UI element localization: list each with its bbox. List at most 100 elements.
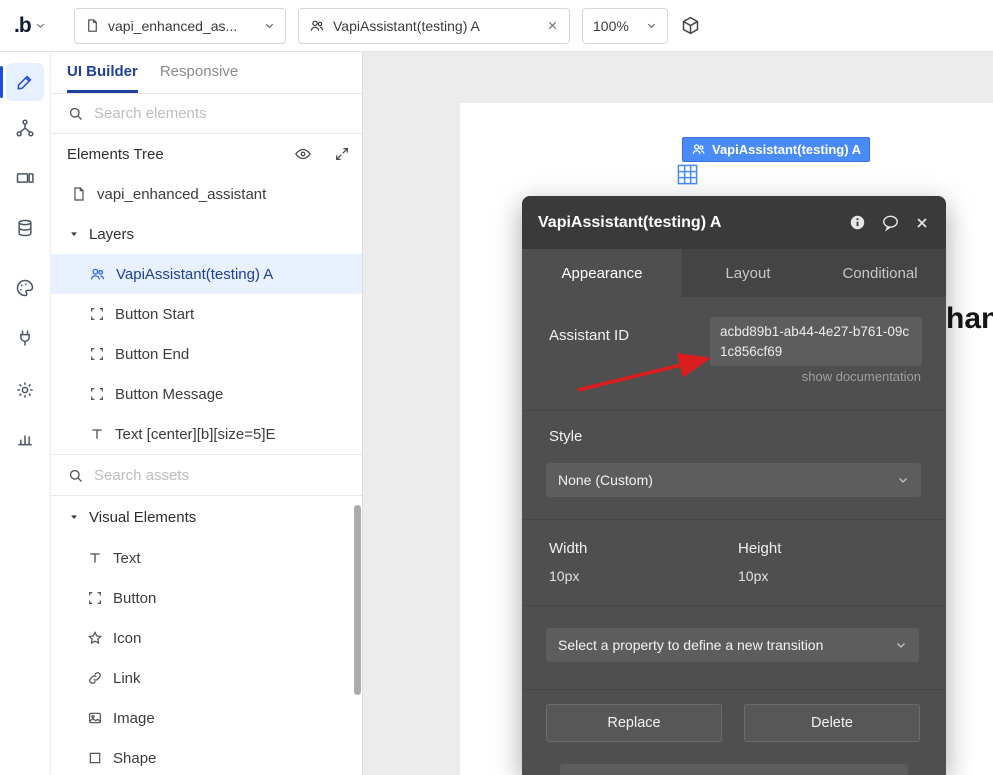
package-icon[interactable] xyxy=(680,15,701,36)
chevron-down-icon xyxy=(897,474,909,486)
tab-appearance[interactable]: Appearance xyxy=(522,249,682,297)
canvas[interactable]: hanc VapiAssistant(testing) A VapiAssist… xyxy=(363,52,993,775)
element-grid-icon[interactable] xyxy=(676,163,699,186)
expand-icon[interactable] xyxy=(334,146,350,162)
layer-label: Button Start xyxy=(115,306,194,323)
search-assets-input[interactable] xyxy=(94,467,352,484)
ui-builder-panel: UI Builder Responsive Elements Tree vapi… xyxy=(50,52,363,775)
layer-label: Button End xyxy=(115,346,189,363)
rail-settings-button[interactable] xyxy=(6,371,44,409)
text-icon xyxy=(87,550,103,566)
comment-icon[interactable] xyxy=(881,213,900,232)
width-value[interactable]: 10px xyxy=(549,568,579,584)
zoom-selector[interactable]: 100% xyxy=(582,8,668,44)
style-dropdown[interactable]: None (Custom) xyxy=(546,463,921,497)
rail-logs-button[interactable] xyxy=(6,419,44,457)
property-editor-title: VapiAssistant(testing) A xyxy=(538,214,834,232)
rail-plugins-button[interactable] xyxy=(6,319,44,357)
zoom-level: 100% xyxy=(593,18,638,34)
link-icon xyxy=(87,670,103,686)
caret-down-icon xyxy=(69,229,79,239)
elements-tree-title: Elements Tree xyxy=(67,146,164,163)
asset-item[interactable]: Image xyxy=(51,698,362,738)
asset-item[interactable]: Icon xyxy=(51,618,362,658)
chevron-down-icon xyxy=(895,639,907,651)
tab-ui-builder[interactable]: UI Builder xyxy=(67,52,138,93)
replace-button[interactable]: Replace xyxy=(546,704,722,742)
pencil-icon xyxy=(15,72,35,92)
delete-button[interactable]: Delete xyxy=(744,704,920,742)
search-elements-input[interactable] xyxy=(94,105,352,122)
style-dropdown-value: None (Custom) xyxy=(558,472,897,488)
info-icon[interactable] xyxy=(848,213,867,232)
tab-conditional[interactable]: Conditional xyxy=(814,249,946,297)
bubble-logo-menu[interactable]: .b xyxy=(14,14,62,38)
show-documentation-link[interactable]: show documentation xyxy=(802,369,921,384)
layer-item[interactable]: Button Message xyxy=(51,374,362,414)
tree-item-page[interactable]: vapi_enhanced_assistant xyxy=(51,174,362,214)
assistant-id-input[interactable]: acbd89b1-ab44-4e27-b761-09c1c856cf69 xyxy=(710,317,922,366)
elements-tree-header: Elements Tree xyxy=(51,134,362,174)
rail-design-button[interactable] xyxy=(6,63,44,101)
gear-icon xyxy=(15,380,35,400)
canvas-text-partial: hanc xyxy=(946,302,993,336)
users-icon xyxy=(89,266,106,283)
bubble-logo: .b xyxy=(14,14,31,38)
element-tab-label: VapiAssistant(testing) A xyxy=(333,18,538,34)
height-value[interactable]: 10px xyxy=(738,568,768,584)
palette-icon xyxy=(15,278,35,298)
property-editor-header[interactable]: VapiAssistant(testing) A xyxy=(522,196,946,249)
asset-item[interactable]: Button xyxy=(51,578,362,618)
asset-label: Text xyxy=(113,550,141,567)
layer-label: VapiAssistant(testing) A xyxy=(116,266,273,283)
close-icon[interactable] xyxy=(914,215,930,231)
tab-layout[interactable]: Layout xyxy=(682,249,814,297)
page-selector[interactable]: vapi_enhanced_as... xyxy=(74,8,286,44)
partial-field[interactable] xyxy=(560,764,908,775)
page-item-label: vapi_enhanced_assistant xyxy=(97,186,266,203)
close-icon[interactable] xyxy=(546,19,559,32)
property-editor: VapiAssistant(testing) A Appearance Layo… xyxy=(522,196,946,775)
chart-icon xyxy=(15,428,35,448)
property-editor-tabs: Appearance Layout Conditional xyxy=(522,249,946,297)
tab-responsive[interactable]: Responsive xyxy=(160,52,238,93)
eye-icon[interactable] xyxy=(294,145,312,163)
asset-item[interactable]: Shape xyxy=(51,738,362,775)
shape-icon xyxy=(87,750,103,766)
asset-item[interactable]: Link xyxy=(51,658,362,698)
search-elements-row xyxy=(51,94,362,134)
asset-label: Image xyxy=(113,710,155,727)
layers-section-toggle[interactable]: Layers xyxy=(51,214,362,254)
element-tab[interactable]: VapiAssistant(testing) A xyxy=(298,8,570,44)
asset-item[interactable]: Text xyxy=(51,538,362,578)
assistant-id-label: Assistant ID xyxy=(549,327,629,344)
transition-dropdown[interactable]: Select a property to define a new transi… xyxy=(546,628,919,662)
selected-element-label: VapiAssistant(testing) A xyxy=(712,142,861,157)
layer-item[interactable]: Text [center][b][size=5]E xyxy=(51,414,362,454)
selected-element-badge[interactable]: VapiAssistant(testing) A xyxy=(682,137,870,162)
asset-label: Shape xyxy=(113,750,156,767)
pages-icon xyxy=(15,168,35,188)
visual-elements-toggle[interactable]: Visual Elements xyxy=(51,496,362,538)
panel-scrollbar[interactable] xyxy=(354,505,361,695)
left-rail xyxy=(0,52,50,775)
users-icon xyxy=(691,142,706,157)
transition-dropdown-value: Select a property to define a new transi… xyxy=(558,637,895,653)
rail-workflow-button[interactable] xyxy=(6,109,44,147)
star-icon xyxy=(87,630,103,646)
asset-label: Icon xyxy=(113,630,141,647)
layer-item[interactable]: Button Start xyxy=(51,294,362,334)
search-icon xyxy=(67,105,84,122)
chevron-down-icon xyxy=(35,20,46,31)
layer-item[interactable]: Button End xyxy=(51,334,362,374)
layer-item[interactable]: VapiAssistant(testing) A xyxy=(51,254,362,294)
rail-pages-button[interactable] xyxy=(6,159,44,197)
search-icon xyxy=(67,467,84,484)
app-window: .b vapi_enhanced_as... VapiAssistant(tes… xyxy=(0,0,993,775)
database-icon xyxy=(15,218,35,238)
button-icon xyxy=(89,346,105,362)
style-label: Style xyxy=(549,428,582,445)
page-selector-label: vapi_enhanced_as... xyxy=(108,18,256,34)
rail-data-button[interactable] xyxy=(6,209,44,247)
rail-styles-button[interactable] xyxy=(6,269,44,307)
